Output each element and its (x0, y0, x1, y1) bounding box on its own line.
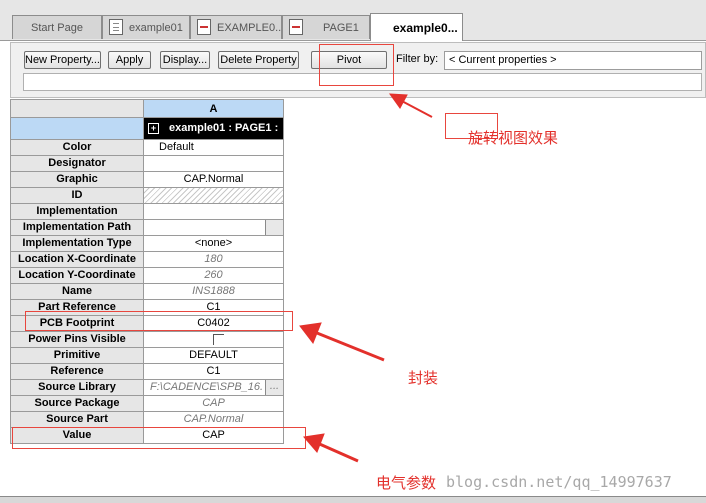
annotation-arrows (299, 93, 433, 463)
footprint-annotation: 封装 (408, 370, 439, 387)
value-annotation: 电气参数 (376, 475, 437, 492)
value-arrow-line (314, 440, 359, 463)
footprint-arrow-line (311, 329, 385, 362)
pivot-arrow-head (388, 93, 408, 109)
watermark: blog.csdn.net/qq_14997637 (446, 473, 672, 491)
pivot-annotation: 旋转视图效果 (468, 130, 559, 147)
value-arrow-head (303, 433, 325, 453)
